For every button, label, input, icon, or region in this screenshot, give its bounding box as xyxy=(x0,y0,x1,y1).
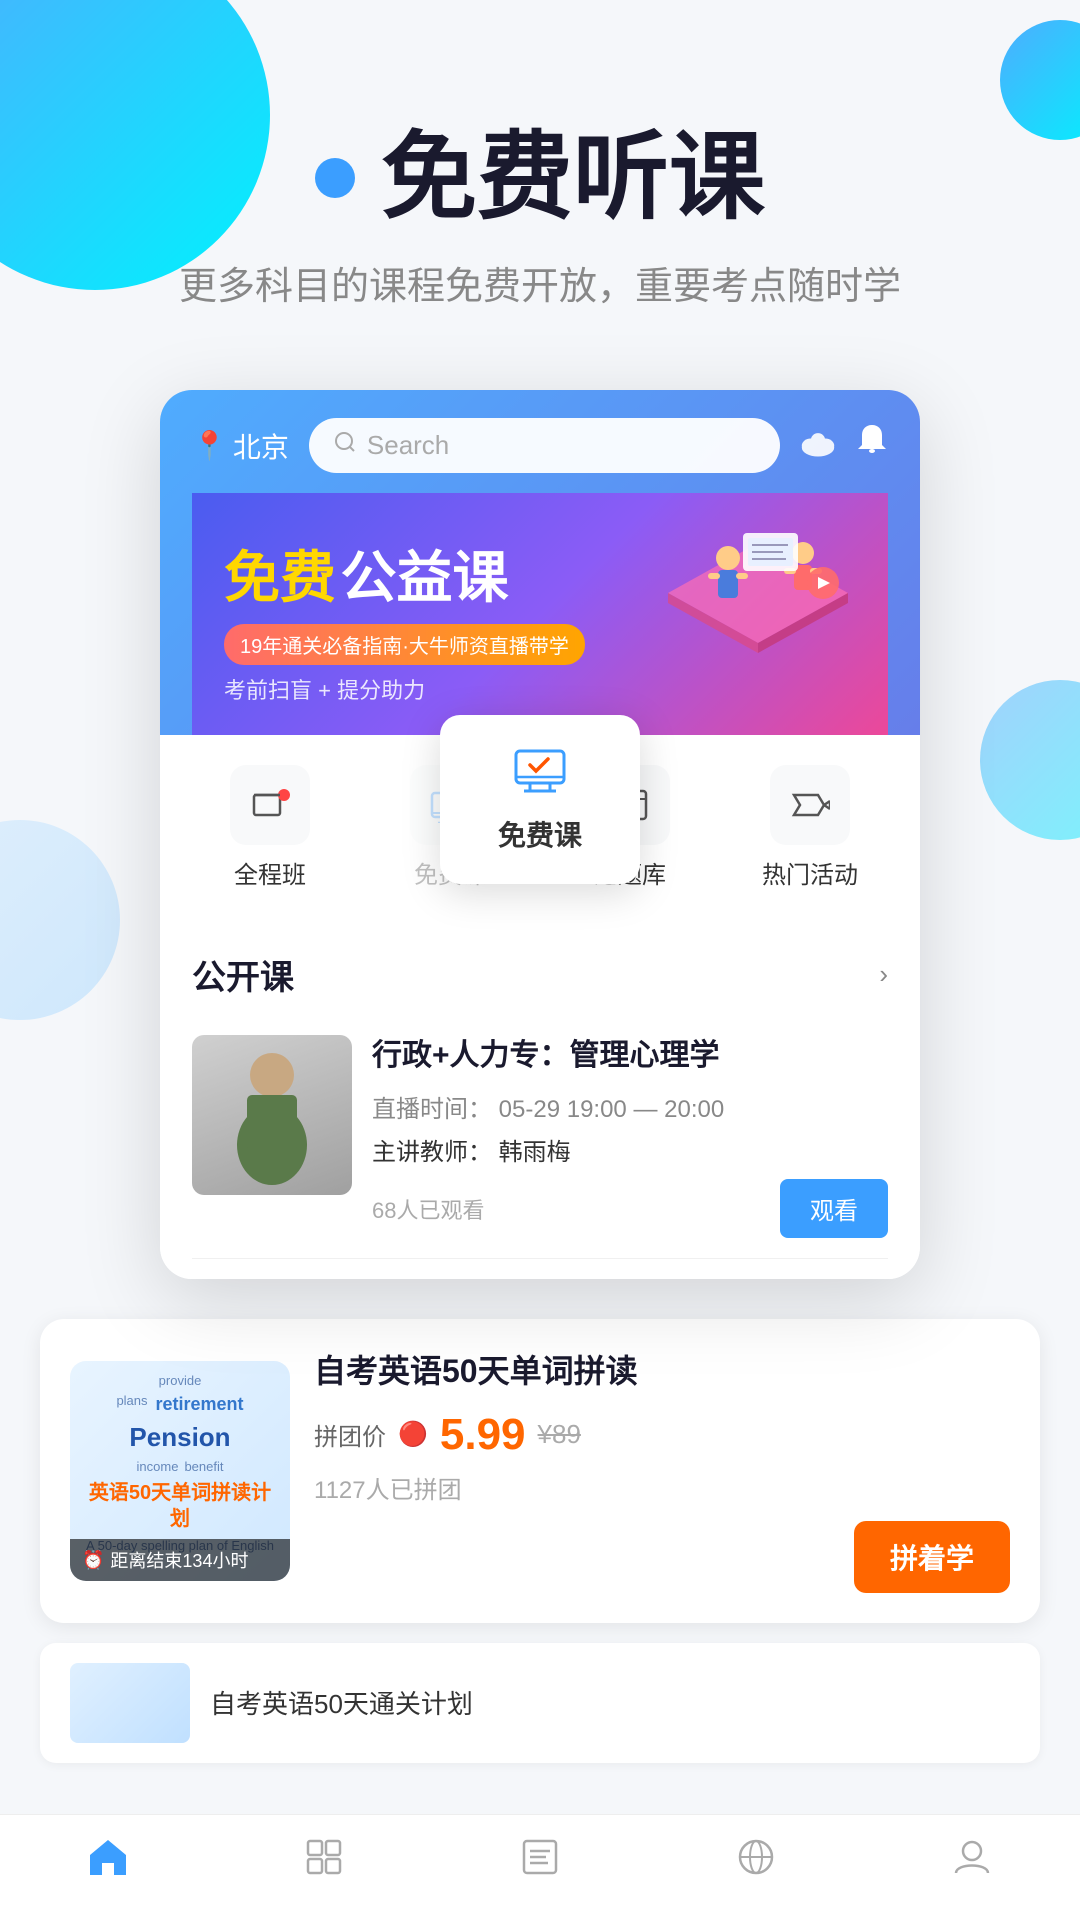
header-icons xyxy=(800,423,888,468)
section-more[interactable]: › xyxy=(879,959,888,990)
product-image: provide plans retirement Pension income … xyxy=(70,1361,290,1581)
bg-circle-left xyxy=(0,820,120,1020)
hero-section: 免费听课 更多科目的课程免费开放，重要考点随时学 xyxy=(0,0,1080,350)
bell-icon[interactable] xyxy=(856,423,888,468)
course-time-value: 05-29 19:00 — 20:00 xyxy=(499,1096,725,1123)
watch-button[interactable]: 观看 xyxy=(780,1179,888,1238)
countdown-text: 距离结束134小时 xyxy=(110,1547,248,1573)
courses-icon xyxy=(302,1835,346,1890)
bottom-nav-discover[interactable] xyxy=(648,1835,864,1890)
app-header-top: 📍 北京 Search xyxy=(192,418,888,473)
nav-item-3[interactable]: 热门活动 xyxy=(720,765,900,890)
nav-label-0: 全程班 xyxy=(234,855,306,890)
product-preview: 自考英语50天通关计划 xyxy=(40,1643,1040,1763)
banner-title-main: 公益课 xyxy=(340,546,508,609)
app-mockup: 📍 北京 Search xyxy=(160,390,920,1279)
course-time-label: 直播时间： xyxy=(372,1096,492,1123)
product-users: 1127人已拼团 xyxy=(314,1470,1010,1505)
course-teacher: 主讲教师： 韩雨梅 xyxy=(372,1132,888,1167)
course-info: 行政+人力专：管理心理学 直播时间： 05-29 19:00 — 20:00 主… xyxy=(372,1035,888,1238)
bg-circle-right xyxy=(980,680,1080,840)
price-label: 拼团价 xyxy=(314,1417,386,1452)
course-footer: 68人已观看 观看 xyxy=(372,1179,888,1238)
banner-title-free: 免费 xyxy=(224,546,336,609)
nav-icon-0 xyxy=(230,765,310,845)
product-section: provide plans retirement Pension income … xyxy=(40,1319,1040,1623)
home-icon xyxy=(86,1835,130,1890)
discover-icon xyxy=(734,1835,778,1890)
teacher-photo xyxy=(192,1035,352,1195)
hero-subtitle: 更多科目的课程免费开放，重要考点随时学 xyxy=(60,255,1020,310)
bottom-nav-questions[interactable] xyxy=(432,1835,648,1890)
nav-section: 全程班 免费课 xyxy=(160,735,920,910)
search-icon xyxy=(333,430,357,461)
course-card: 行政+人力专：管理心理学 直播时间： 05-29 19:00 — 20:00 主… xyxy=(192,1015,888,1259)
nav-item-0[interactable]: 全程班 xyxy=(180,765,360,890)
location-icon: 📍 xyxy=(192,429,227,462)
nav-popup-label: 免费课 xyxy=(498,814,582,854)
profile-icon xyxy=(950,1835,994,1890)
product-title: 自考英语50天单词拼读 xyxy=(314,1349,1010,1394)
location-text: 北京 xyxy=(233,426,289,466)
search-bar[interactable]: Search xyxy=(309,418,780,473)
bottom-nav-courses[interactable] xyxy=(216,1835,432,1890)
nav-icon-3 xyxy=(770,765,850,845)
banner-sub: 考前扫盲 + 提分助力 xyxy=(224,673,856,705)
banner: 免费 公益课 19年通关必备指南·大牛师资直播带学 考前扫盲 + 提分助力 xyxy=(192,493,888,735)
search-placeholder: Search xyxy=(367,430,449,461)
section-header: 公开课 › xyxy=(192,930,888,1015)
bottom-nav-home[interactable] xyxy=(0,1835,216,1890)
app-header: 📍 北京 Search xyxy=(160,390,920,735)
product-price-row: 拼团价 🔴 5.99 ¥89 xyxy=(314,1410,1010,1460)
nav-popup-icon xyxy=(512,745,568,804)
price-original: ¥89 xyxy=(538,1419,581,1450)
section-title: 公开课 xyxy=(192,950,294,999)
courses-section: 公开课 › 行政+人力专：管理心理学 直播时间： 05-29 19:0 xyxy=(160,910,920,1279)
product-countdown: ⏰ 距离结束134小时 xyxy=(70,1539,290,1581)
location-button[interactable]: 📍 北京 xyxy=(192,426,289,466)
cloud-icon[interactable] xyxy=(800,425,836,467)
course-thumbnail xyxy=(192,1035,352,1195)
hero-dot xyxy=(315,158,355,198)
course-teacher-label: 主讲教师： xyxy=(372,1139,492,1166)
preview-title: 自考英语50天通关计划 xyxy=(210,1684,473,1721)
join-button[interactable]: 拼着学 xyxy=(854,1521,1010,1593)
preview-thumbnail xyxy=(70,1663,190,1743)
price-icon: 🔴 xyxy=(398,1420,428,1449)
product-info: 自考英语50天单词拼读 拼团价 🔴 5.99 ¥89 1127人已拼团 拼着学 xyxy=(314,1349,1010,1593)
course-views: 68人已观看 xyxy=(372,1193,484,1225)
course-title: 行政+人力专：管理心理学 xyxy=(372,1035,888,1077)
questions-icon xyxy=(518,1835,562,1890)
banner-illustration xyxy=(648,503,868,673)
price-main: 5.99 xyxy=(440,1410,526,1460)
bottom-nav xyxy=(0,1814,1080,1920)
bottom-nav-profile[interactable] xyxy=(864,1835,1080,1890)
banner-badge: 19年通关必备指南·大牛师资直播带学 xyxy=(224,624,585,665)
clock-icon: ⏰ xyxy=(82,1550,104,1571)
nav-label-3: 热门活动 xyxy=(762,855,858,890)
course-teacher-name: 韩雨梅 xyxy=(499,1139,571,1166)
hero-title: 免费听课 xyxy=(381,120,765,235)
nav-popup: 免费课 xyxy=(440,715,640,884)
course-time: 直播时间： 05-29 19:00 — 20:00 xyxy=(372,1089,888,1124)
